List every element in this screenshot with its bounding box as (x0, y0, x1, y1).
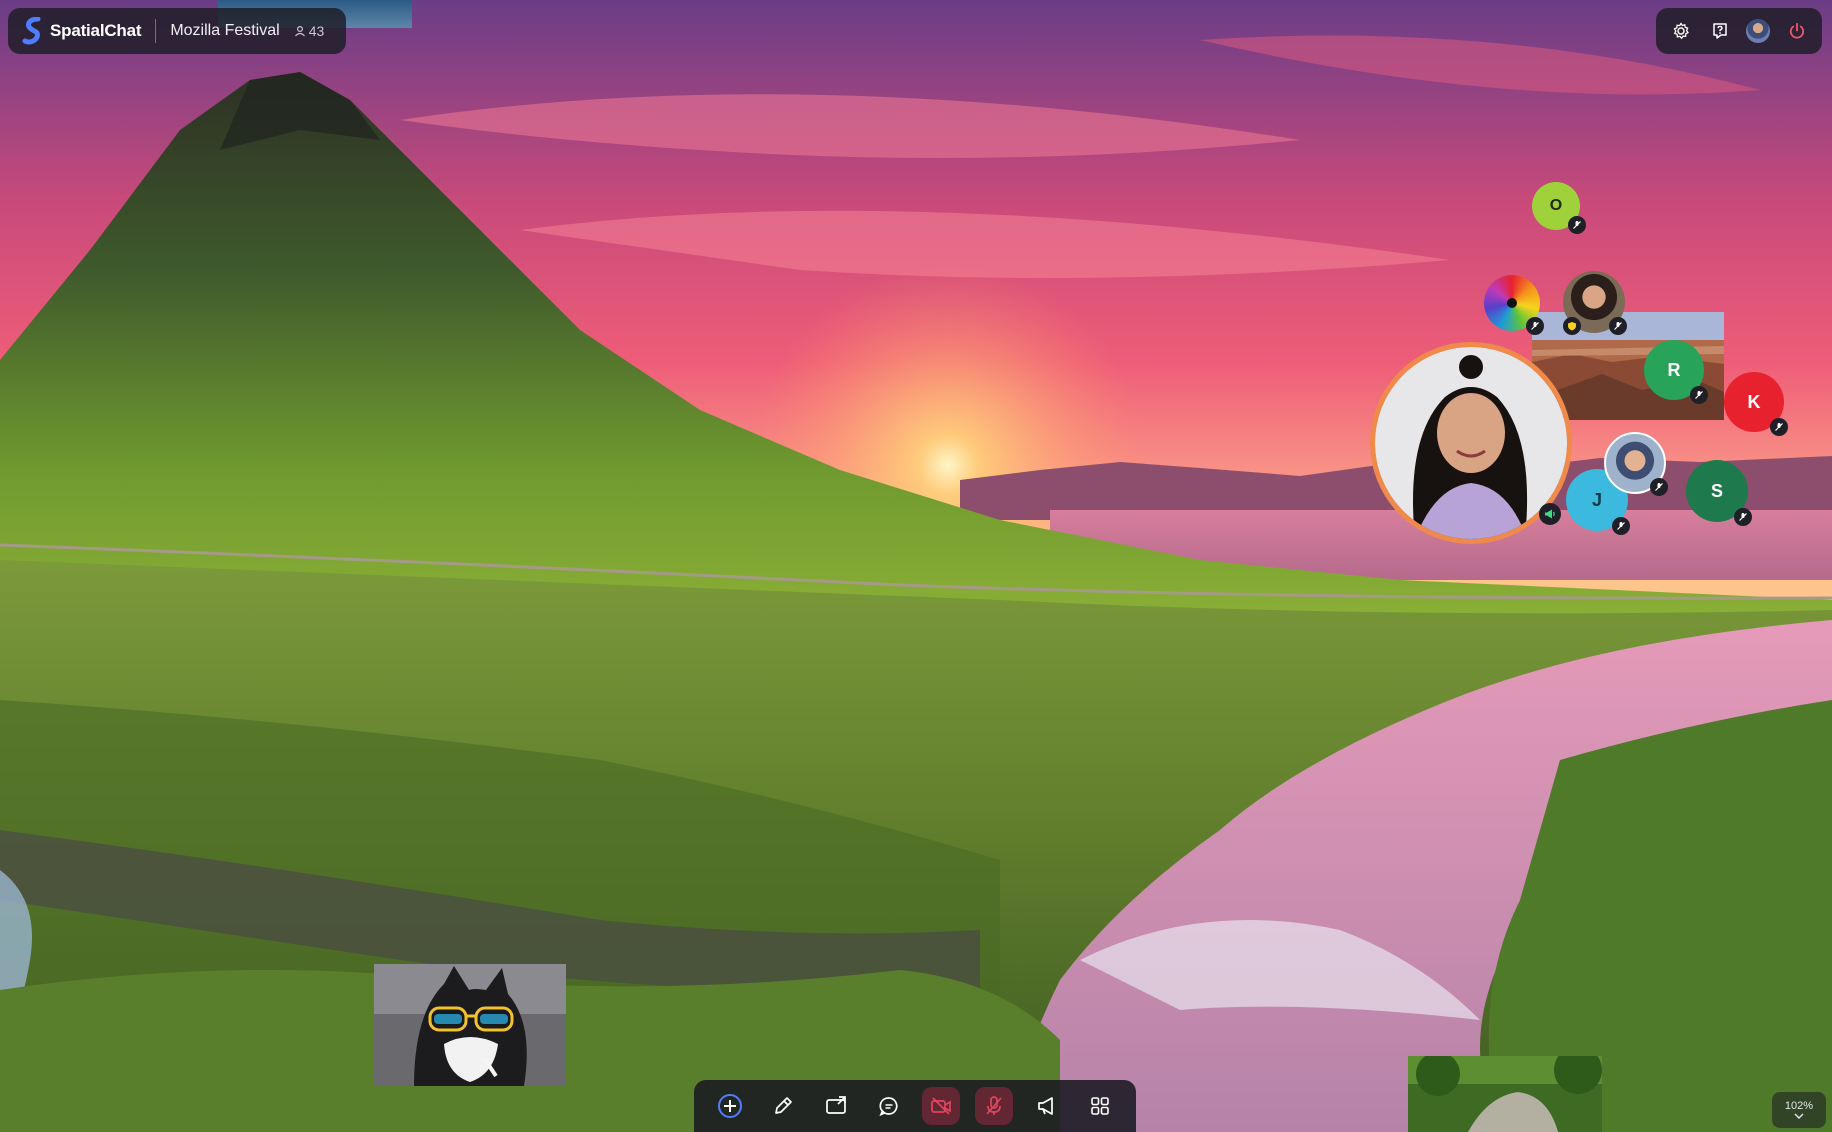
camera-toggle-button[interactable] (922, 1087, 961, 1125)
screen-share-icon (826, 1096, 846, 1114)
share-screen-button[interactable] (817, 1087, 855, 1125)
speaker-video[interactable] (1370, 342, 1572, 544)
spatialchat-logo-icon (22, 17, 41, 45)
settings-button[interactable] (1666, 16, 1696, 46)
person-icon (294, 25, 305, 37)
shield-icon (1568, 322, 1576, 331)
power-icon (1789, 22, 1804, 39)
host-badge (1563, 317, 1581, 335)
camera-off-icon (931, 1097, 952, 1115)
participant-avatar-o[interactable]: O (1532, 182, 1586, 234)
pencil-icon (775, 1097, 792, 1114)
avatar-center (1507, 298, 1517, 308)
participant-initial: S (1710, 480, 1723, 501)
mic-off-icon (1531, 322, 1539, 330)
participant-initial: K (1747, 391, 1761, 412)
zoom-level: 102% (1784, 1100, 1814, 1112)
draw-button[interactable] (764, 1087, 802, 1125)
avatar (1746, 19, 1771, 43)
participant-count-value: 43 (308, 23, 325, 39)
mic-off-icon (1775, 423, 1783, 431)
megaphone-icon (1038, 1097, 1053, 1115)
grid-icon (1090, 1097, 1109, 1115)
participant-avatar-s[interactable]: S (1686, 460, 1752, 526)
participant-initial: O (1549, 197, 1563, 214)
chat-icon (879, 1097, 898, 1117)
help-button[interactable] (1705, 16, 1735, 46)
top-right-controls (1656, 8, 1822, 54)
room-header: SpatialChat Mozilla Festival 43 (8, 8, 346, 54)
mic-off-badge (1568, 216, 1586, 234)
speaker-video-feed (1375, 347, 1567, 539)
mic-off-badge (1690, 386, 1708, 404)
gear-icon (1673, 22, 1690, 40)
mic-off-icon (1614, 322, 1622, 330)
participant-count[interactable]: 43 (294, 23, 325, 39)
speaking-badge (1539, 503, 1561, 525)
mic-off-badge (1609, 317, 1627, 335)
participant-avatar-photo[interactable] (1563, 271, 1627, 335)
participant-avatar-rainbow[interactable] (1484, 275, 1544, 335)
chat-button[interactable] (870, 1087, 908, 1125)
forest-video[interactable] (1408, 1056, 1602, 1132)
leave-button[interactable] (1782, 16, 1812, 46)
microphone-toggle-button[interactable] (975, 1087, 1014, 1125)
chevron-down-icon (1794, 1113, 1804, 1119)
participant-avatar-r[interactable]: R (1644, 340, 1708, 404)
question-icon (1713, 23, 1727, 39)
brand-name: SpatialChat (50, 21, 142, 40)
zoom-indicator[interactable]: 102% (1772, 1092, 1826, 1128)
forest-stream-image (1408, 1056, 1602, 1132)
mic-off-badge (1734, 508, 1752, 526)
participant-avatar-k[interactable]: K (1724, 372, 1788, 436)
broadcast-button[interactable] (1028, 1087, 1066, 1125)
mic-off-icon (1739, 513, 1747, 521)
cat-video[interactable] (374, 964, 566, 1086)
room-name[interactable]: Mozilla Festival (170, 22, 279, 40)
bottom-toolbar (694, 1080, 1136, 1132)
mic-off-icon (986, 1096, 1002, 1115)
participant-avatar-photo-2[interactable] (1604, 432, 1668, 496)
mic-off-badge (1770, 418, 1788, 436)
megaphone-icon (1545, 509, 1555, 519)
mic-off-icon (1573, 221, 1581, 229)
mic-off-icon (1695, 391, 1703, 399)
participant-initial: R (1667, 359, 1681, 380)
mic-off-badge (1612, 517, 1630, 535)
cat-with-sunglasses-image (374, 964, 566, 1086)
plus-circle-icon (718, 1094, 743, 1118)
divider (155, 19, 157, 43)
mic-off-icon (1617, 522, 1625, 530)
participant-initial: J (1591, 489, 1602, 510)
mic-off-icon (1655, 483, 1663, 491)
background-landscape (0, 0, 1832, 1132)
mic-off-badge (1526, 317, 1544, 335)
apps-button[interactable] (1081, 1087, 1119, 1125)
add-button[interactable] (711, 1087, 749, 1125)
mic-off-badge (1650, 478, 1668, 496)
profile-button[interactable] (1743, 16, 1773, 46)
